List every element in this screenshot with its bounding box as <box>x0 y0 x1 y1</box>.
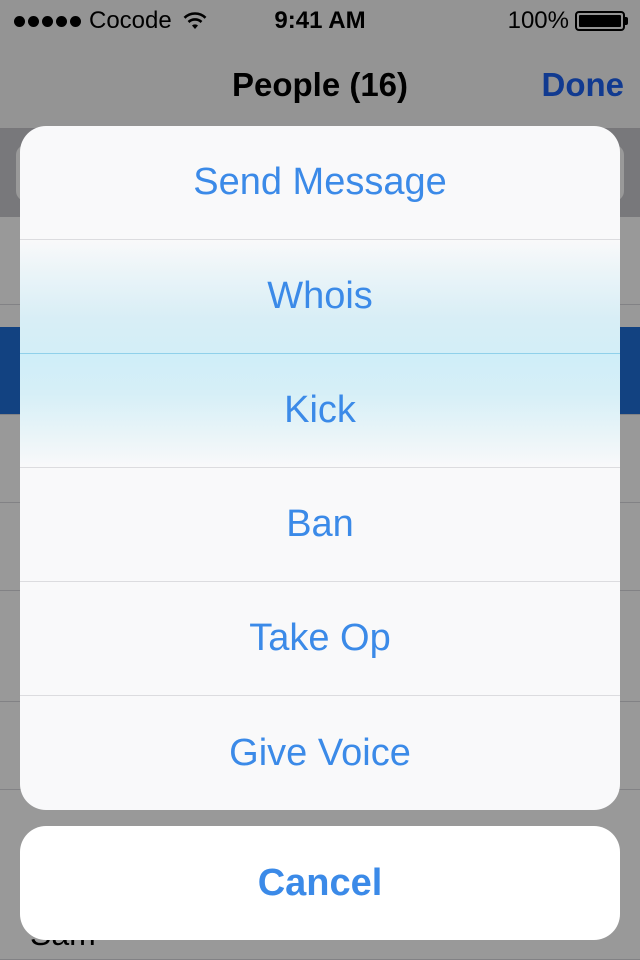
action-take-op[interactable]: Take Op <box>20 582 620 696</box>
cancel-button[interactable]: Cancel <box>20 826 620 940</box>
action-ban[interactable]: Ban <box>20 468 620 582</box>
action-whois[interactable]: Whois <box>20 240 620 354</box>
action-kick[interactable]: Kick <box>20 354 620 468</box>
action-sheet: Send Message Whois Kick Ban Take Op Give… <box>20 126 620 810</box>
action-send-message[interactable]: Send Message <box>20 126 620 240</box>
action-give-voice[interactable]: Give Voice <box>20 696 620 810</box>
